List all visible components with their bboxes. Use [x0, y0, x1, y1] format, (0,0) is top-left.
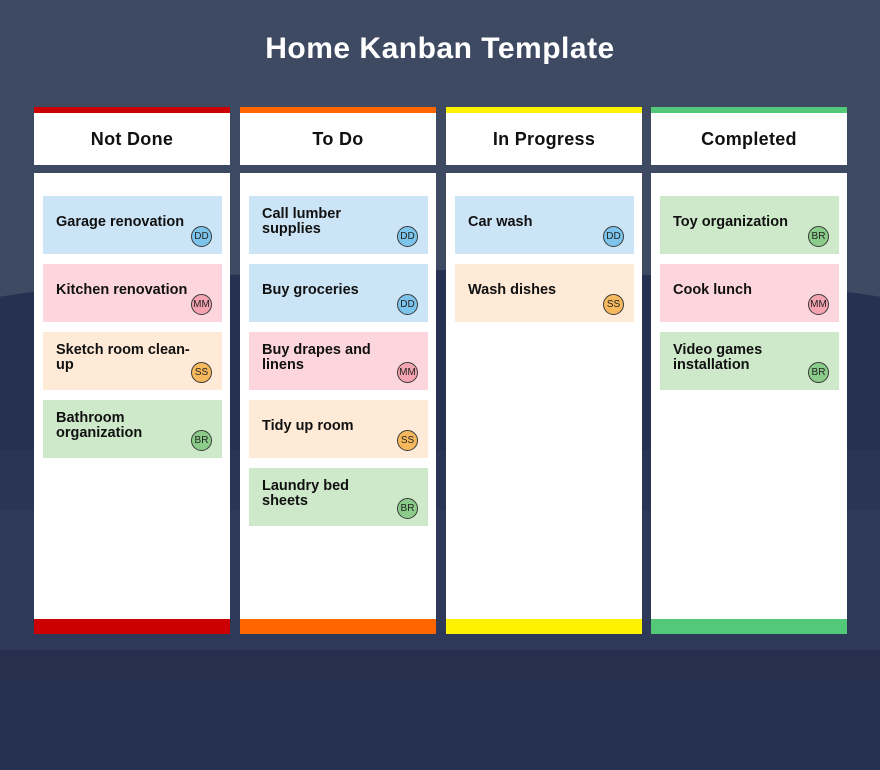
assignee-avatar[interactable]: MM: [397, 362, 418, 383]
assignee-avatar[interactable]: DD: [191, 226, 212, 247]
assignee-avatar[interactable]: MM: [808, 294, 829, 315]
task-card[interactable]: Call lumber supplies DD: [249, 196, 428, 254]
column-title: Not Done: [90, 128, 174, 149]
task-card-title: Buy groceries: [262, 282, 359, 298]
task-card[interactable]: Buy drapes and linens MM: [249, 332, 428, 390]
task-card-title: Laundry bed sheets: [262, 478, 350, 509]
task-card-title: Bathroom organization: [56, 410, 143, 441]
column-body: Call lumber supplies DD Buy groceries DD Buy…: [240, 173, 436, 619]
card-list: Garage renovation DD Kitchen renovation MM S…: [43, 196, 222, 468]
task-card-title: Sketch room clean-up: [56, 342, 190, 373]
task-card[interactable]: Garage renovation DD: [43, 196, 222, 254]
assignee-avatar[interactable]: SS: [603, 294, 624, 315]
task-card[interactable]: Kitchen renovation MM: [43, 264, 222, 322]
task-card[interactable]: Laundry bed sheets BR: [249, 468, 428, 526]
task-card-title: Buy drapes and linens: [262, 342, 371, 373]
task-card[interactable]: Cook lunch MM: [660, 264, 839, 322]
column-footer-bar: [34, 619, 230, 634]
task-card-title: Car wash: [468, 214, 533, 230]
column-body: Garage renovation DD Kitchen renovation MM S…: [34, 173, 230, 619]
task-card[interactable]: Car wash DD: [455, 196, 634, 254]
task-card[interactable]: Tidy up room SS: [249, 400, 428, 458]
task-card-title: Garage renovation: [56, 214, 185, 230]
column-title: To Do: [312, 128, 364, 149]
task-card[interactable]: Buy groceries DD: [249, 264, 428, 322]
column-footer-bar: [446, 619, 642, 634]
assignee-avatar[interactable]: BR: [808, 226, 829, 247]
card-list: Call lumber supplies DD Buy groceries DD Buy…: [249, 196, 428, 536]
column-completed: Completed Toy organization BR Cook lunch MM…: [651, 107, 847, 634]
column-header[interactable]: Not Done: [34, 107, 230, 165]
page-title: Home Kanban Template: [265, 32, 615, 65]
task-card[interactable]: Wash dishes SS: [455, 264, 634, 322]
assignee-avatar[interactable]: SS: [191, 362, 212, 383]
column-body: Toy organization BR Cook lunch MM Video game…: [651, 173, 847, 619]
column-not-done: Not Done Garage renovation DD Kitchen reno…: [34, 107, 230, 634]
column-header[interactable]: Completed: [651, 107, 847, 165]
column-to-do: To Do Call lumber supplies DD Buy grocerie…: [240, 107, 436, 634]
column-title: Completed: [701, 128, 797, 149]
column-footer-bar: [651, 619, 847, 634]
card-list: Car wash DD Wash dishes SS: [455, 196, 634, 332]
assignee-avatar[interactable]: BR: [397, 498, 418, 519]
task-card[interactable]: Toy organization BR: [660, 196, 839, 254]
column-title: In Progress: [492, 128, 596, 149]
task-card-title: Video games installation: [673, 342, 763, 373]
task-card-title: Call lumber supplies: [262, 206, 341, 237]
assignee-avatar[interactable]: DD: [603, 226, 624, 247]
assignee-avatar[interactable]: DD: [397, 294, 418, 315]
task-card[interactable]: Bathroom organization BR: [43, 400, 222, 458]
task-card-title: Tidy up room: [262, 418, 354, 434]
column-header[interactable]: In Progress: [446, 107, 642, 165]
card-list: Toy organization BR Cook lunch MM Video game…: [660, 196, 839, 400]
task-card-title: Toy organization: [673, 214, 788, 230]
task-card-title: Cook lunch: [673, 282, 752, 298]
task-card-title: Wash dishes: [468, 282, 557, 298]
assignee-avatar[interactable]: SS: [397, 430, 418, 451]
assignee-avatar[interactable]: MM: [191, 294, 212, 315]
column-body: Car wash DD Wash dishes SS: [446, 173, 642, 619]
assignee-avatar[interactable]: DD: [397, 226, 418, 247]
background-bottom-strip: [0, 650, 880, 680]
column-in-progress: In Progress Car wash DD Wash dishes SS: [446, 107, 642, 634]
assignee-avatar[interactable]: BR: [808, 362, 829, 383]
assignee-avatar[interactable]: BR: [191, 430, 212, 451]
task-card[interactable]: Sketch room clean-up SS: [43, 332, 222, 390]
column-footer-bar: [240, 619, 436, 634]
task-card-title: Kitchen renovation: [56, 282, 188, 298]
column-header[interactable]: To Do: [240, 107, 436, 165]
task-card[interactable]: Video games installation BR: [660, 332, 839, 390]
